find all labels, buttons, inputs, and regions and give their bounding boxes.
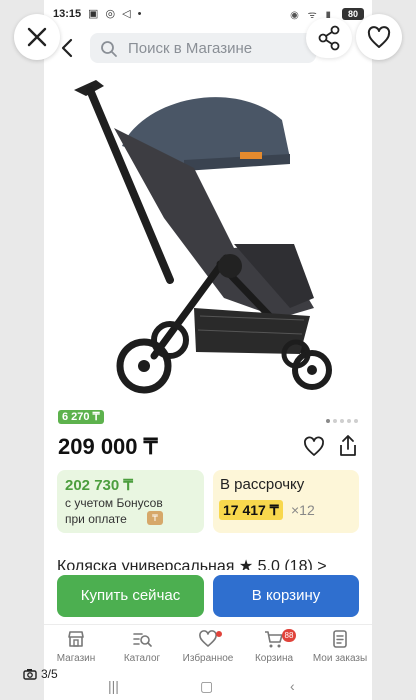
store-icon [68, 631, 84, 647]
nav-cart-label: Корзина [254, 653, 294, 664]
back-arrow-icon[interactable] [58, 37, 78, 59]
pager-dot [354, 419, 358, 423]
wallet-icon: ₸ [147, 511, 163, 525]
photo-counter: 3/5 [23, 667, 58, 681]
product-price: 209 000 ₸ [58, 434, 158, 459]
system-nav-bar: ||| ▢ ‹ [44, 674, 372, 700]
phone-screen: 13:15 ▣ ◎ ◁ • ◉ ᯤ ▮ 80 Поиск в Магазине [44, 0, 372, 700]
nav-store-label: Магазин [56, 653, 96, 664]
right-margin [372, 0, 416, 700]
search-placeholder: Поиск в Магазине [128, 40, 253, 57]
search-icon [101, 41, 117, 57]
home-icon[interactable]: ▢ [200, 678, 213, 695]
nav-catalog[interactable]: Каталог [110, 629, 174, 664]
nav-favorites-label: Избранное [182, 653, 234, 664]
image-pager [326, 410, 361, 428]
product-title-text: Коляска универсальная ★ 5.0 (18) > [57, 558, 327, 570]
bonus-price-card[interactable]: 202 730 ₸ с учетом Бонусов при оплате ₸ [57, 470, 204, 533]
favorite-heart-icon[interactable] [303, 436, 325, 458]
search-input[interactable]: Поиск в Магазине [90, 33, 316, 63]
left-margin [0, 0, 44, 700]
installment-card[interactable]: В рассрочку 17 417 ₸ ×12 [213, 470, 359, 533]
system-back-icon[interactable]: ‹ [290, 678, 295, 694]
installment-monthly: 17 417 ₸ [219, 500, 283, 520]
product-title[interactable]: Коляска универсальная ★ 5.0 (18) > [57, 556, 367, 570]
orders-icon [333, 630, 347, 648]
buy-now-button[interactable]: Купить сейчас [57, 575, 204, 617]
bottom-nav: Магазин Каталог Избранное 88 Корзина Мои… [44, 624, 372, 674]
pager-dot [326, 419, 330, 423]
cart-badge: 88 [282, 629, 296, 642]
pager-dot [347, 419, 351, 423]
product-image[interactable] [44, 68, 372, 398]
close-icon [27, 27, 47, 47]
heart-outline-icon [367, 26, 391, 48]
add-to-cart-button[interactable]: В корзину [213, 575, 359, 617]
catalog-icon [133, 633, 152, 647]
bonus-note-line1: с учетом Бонусов [65, 496, 163, 510]
nav-catalog-label: Каталог [123, 653, 161, 664]
nav-favorites[interactable]: Избранное [176, 629, 240, 664]
recents-icon[interactable]: ||| [108, 678, 119, 694]
stroller-image [74, 80, 332, 394]
installment-multiplier: ×12 [291, 502, 315, 518]
notification-icons: ▣ ◎ ◁ • [88, 8, 144, 20]
bonus-price: 202 730 ₸ [65, 477, 133, 494]
nav-orders-label: Мои заказы [312, 653, 368, 664]
overlay-favorite-button[interactable] [356, 14, 402, 60]
share-icon[interactable] [337, 434, 359, 458]
heart-icon [199, 630, 217, 647]
nav-cart[interactable]: 88 Корзина [242, 629, 306, 664]
pager-dot [340, 419, 344, 423]
camera-icon [23, 669, 37, 680]
overlay-share-button[interactable] [306, 18, 352, 58]
nav-orders[interactable]: Мои заказы [308, 629, 372, 664]
cart-icon [265, 631, 283, 648]
bonus-note-line2: при оплате [65, 512, 127, 526]
installment-title: В рассрочку [220, 476, 305, 493]
nav-store[interactable]: Магазин [44, 629, 108, 664]
favorites-dot [216, 631, 222, 637]
close-button[interactable] [14, 14, 60, 60]
pager-dot [333, 419, 337, 423]
bonus-badge: 6 270 ₸ [58, 410, 104, 424]
photo-counter-text: 3/5 [41, 667, 58, 681]
share-nodes-icon [318, 25, 340, 51]
